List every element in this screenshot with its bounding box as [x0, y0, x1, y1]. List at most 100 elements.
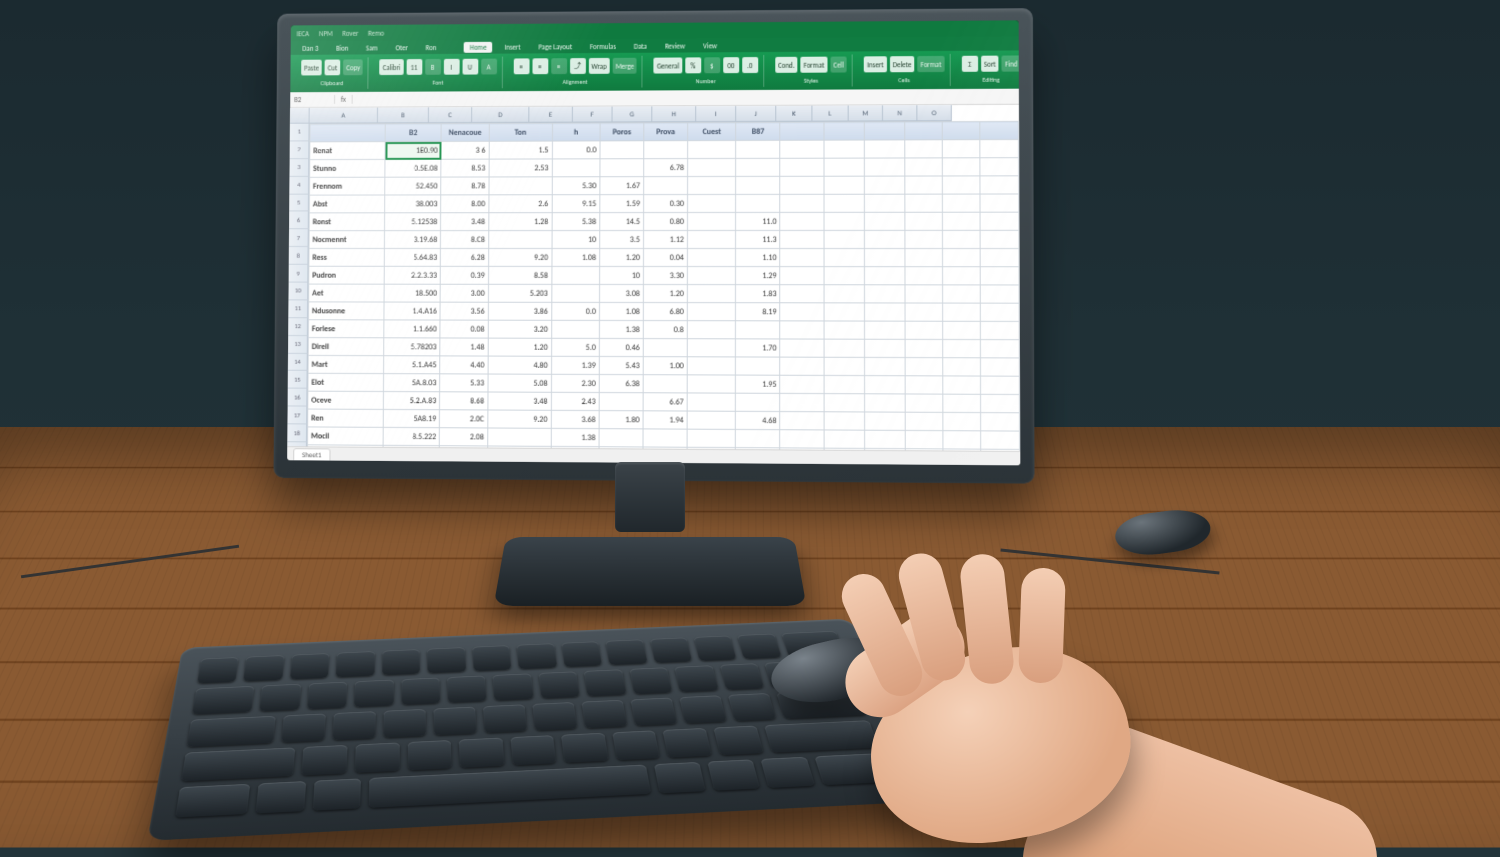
cell[interactable]: [905, 394, 943, 412]
cell[interactable]: 1E0.90: [385, 141, 441, 159]
cell[interactable]: 2.2.3.33: [384, 266, 440, 284]
cell[interactable]: [942, 158, 980, 176]
cell[interactable]: 1.38: [599, 320, 643, 338]
cell[interactable]: [981, 230, 1019, 248]
row-header[interactable]: 7: [289, 230, 309, 248]
row-label-cell[interactable]: Oceve: [308, 391, 384, 409]
cell[interactable]: 1.94: [643, 411, 687, 429]
ribbon-button[interactable]: 00: [723, 57, 739, 73]
cell[interactable]: 9.20: [488, 248, 551, 266]
cell[interactable]: [824, 339, 864, 357]
cell[interactable]: [736, 357, 780, 375]
row-header[interactable]: 18: [287, 424, 307, 442]
cell[interactable]: [980, 140, 1018, 158]
cell[interactable]: [981, 413, 1019, 432]
cell[interactable]: [942, 194, 980, 212]
cell[interactable]: 1.20: [488, 338, 551, 356]
cell[interactable]: 3.48: [441, 213, 489, 231]
fx-icon[interactable]: fx: [335, 95, 353, 104]
cell-area[interactable]: B2NenacoueTonhPorosProvaCuestB87Renat1E0…: [307, 121, 1020, 465]
cell[interactable]: [643, 339, 687, 357]
row-label-cell[interactable]: Pudron: [309, 266, 385, 284]
cell[interactable]: 1.95: [736, 375, 780, 393]
cell[interactable]: 1.20: [600, 248, 644, 266]
cell[interactable]: [905, 412, 943, 430]
ribbon-tab-home[interactable]: Home: [464, 41, 493, 52]
cell[interactable]: 3.19.68: [384, 231, 440, 249]
cell[interactable]: 3.48: [488, 392, 551, 410]
cell[interactable]: [981, 431, 1019, 450]
cell[interactable]: [905, 267, 943, 285]
cell[interactable]: [687, 212, 736, 230]
cell[interactable]: 8.53: [441, 159, 489, 177]
cell[interactable]: 5A8.19: [383, 409, 439, 427]
row-label-cell[interactable]: Abst: [309, 195, 384, 213]
cell[interactable]: [488, 231, 551, 249]
cell[interactable]: [905, 230, 943, 248]
cell[interactable]: [780, 176, 824, 194]
cell[interactable]: [736, 194, 780, 212]
row-label-cell[interactable]: Forlese: [308, 320, 384, 338]
cell[interactable]: [489, 177, 552, 195]
cell[interactable]: [599, 393, 643, 411]
cell[interactable]: 0.39: [440, 266, 488, 284]
cell[interactable]: [688, 140, 736, 158]
cell[interactable]: [824, 230, 864, 248]
cell[interactable]: [824, 212, 864, 230]
ribbon-tab-formulas[interactable]: Formulas: [584, 40, 622, 51]
ribbon-button[interactable]: ≡: [551, 58, 567, 74]
cell[interactable]: [687, 429, 736, 447]
cell[interactable]: 3.5: [600, 231, 644, 249]
cell[interactable]: 3 6: [441, 141, 489, 159]
cell[interactable]: 6.78: [644, 159, 688, 177]
cell[interactable]: [865, 357, 905, 375]
row-label-cell[interactable]: Nocmennt: [309, 231, 384, 249]
row-header[interactable]: 4: [289, 177, 309, 195]
cell[interactable]: 0.04: [643, 248, 687, 266]
cell[interactable]: [687, 176, 735, 194]
cell[interactable]: 1.08: [599, 302, 643, 320]
cell[interactable]: [905, 358, 943, 376]
ribbon-tab-secondary[interactable]: Oter: [390, 42, 414, 53]
cell[interactable]: [824, 412, 864, 430]
row-label-cell[interactable]: Renat: [310, 142, 385, 160]
cell[interactable]: 14.5: [600, 213, 644, 231]
ribbon-button[interactable]: Format: [801, 57, 828, 73]
cell[interactable]: [904, 158, 942, 176]
cell[interactable]: 38.003: [385, 195, 441, 213]
ribbon-button[interactable]: ≡: [513, 58, 529, 74]
cell[interactable]: [687, 194, 735, 212]
table-header-cell[interactable]: [310, 124, 385, 142]
cell[interactable]: 0.0: [552, 141, 600, 159]
ribbon-button[interactable]: General: [654, 57, 682, 73]
cell[interactable]: [904, 212, 942, 230]
cell[interactable]: 5.64.83: [384, 248, 440, 266]
cell[interactable]: [687, 267, 736, 285]
table-header-cell[interactable]: Ton: [489, 123, 552, 141]
table-header-cell[interactable]: h: [552, 123, 600, 141]
cell[interactable]: [943, 249, 981, 267]
ribbon-tab-page-layout[interactable]: Page Layout: [532, 41, 578, 52]
row-label-cell[interactable]: Ronst: [309, 213, 384, 231]
cell[interactable]: [736, 176, 780, 194]
cell[interactable]: [905, 339, 943, 357]
cell[interactable]: [824, 176, 864, 194]
cell[interactable]: 1.28: [488, 213, 551, 231]
cell[interactable]: [687, 339, 736, 357]
cell[interactable]: 8.00: [441, 195, 489, 213]
ribbon-tab-secondary[interactable]: Dan 3: [296, 42, 324, 53]
cell[interactable]: [905, 303, 943, 321]
cell[interactable]: 1.83: [736, 285, 780, 303]
row-header[interactable]: 13: [288, 336, 308, 354]
cell[interactable]: [736, 393, 780, 411]
cell[interactable]: [943, 358, 981, 376]
column-header[interactable]: I: [696, 106, 736, 122]
row-label-cell[interactable]: Ndusonne: [308, 302, 384, 320]
cell[interactable]: 8.58: [488, 266, 551, 284]
cell[interactable]: [643, 375, 687, 393]
row-label-cell[interactable]: Aet: [309, 284, 385, 302]
ribbon-button[interactable]: Copy: [343, 59, 363, 75]
row-header[interactable]: 8: [289, 247, 309, 265]
ribbon-button[interactable]: %: [685, 57, 701, 73]
cell[interactable]: [864, 285, 904, 303]
